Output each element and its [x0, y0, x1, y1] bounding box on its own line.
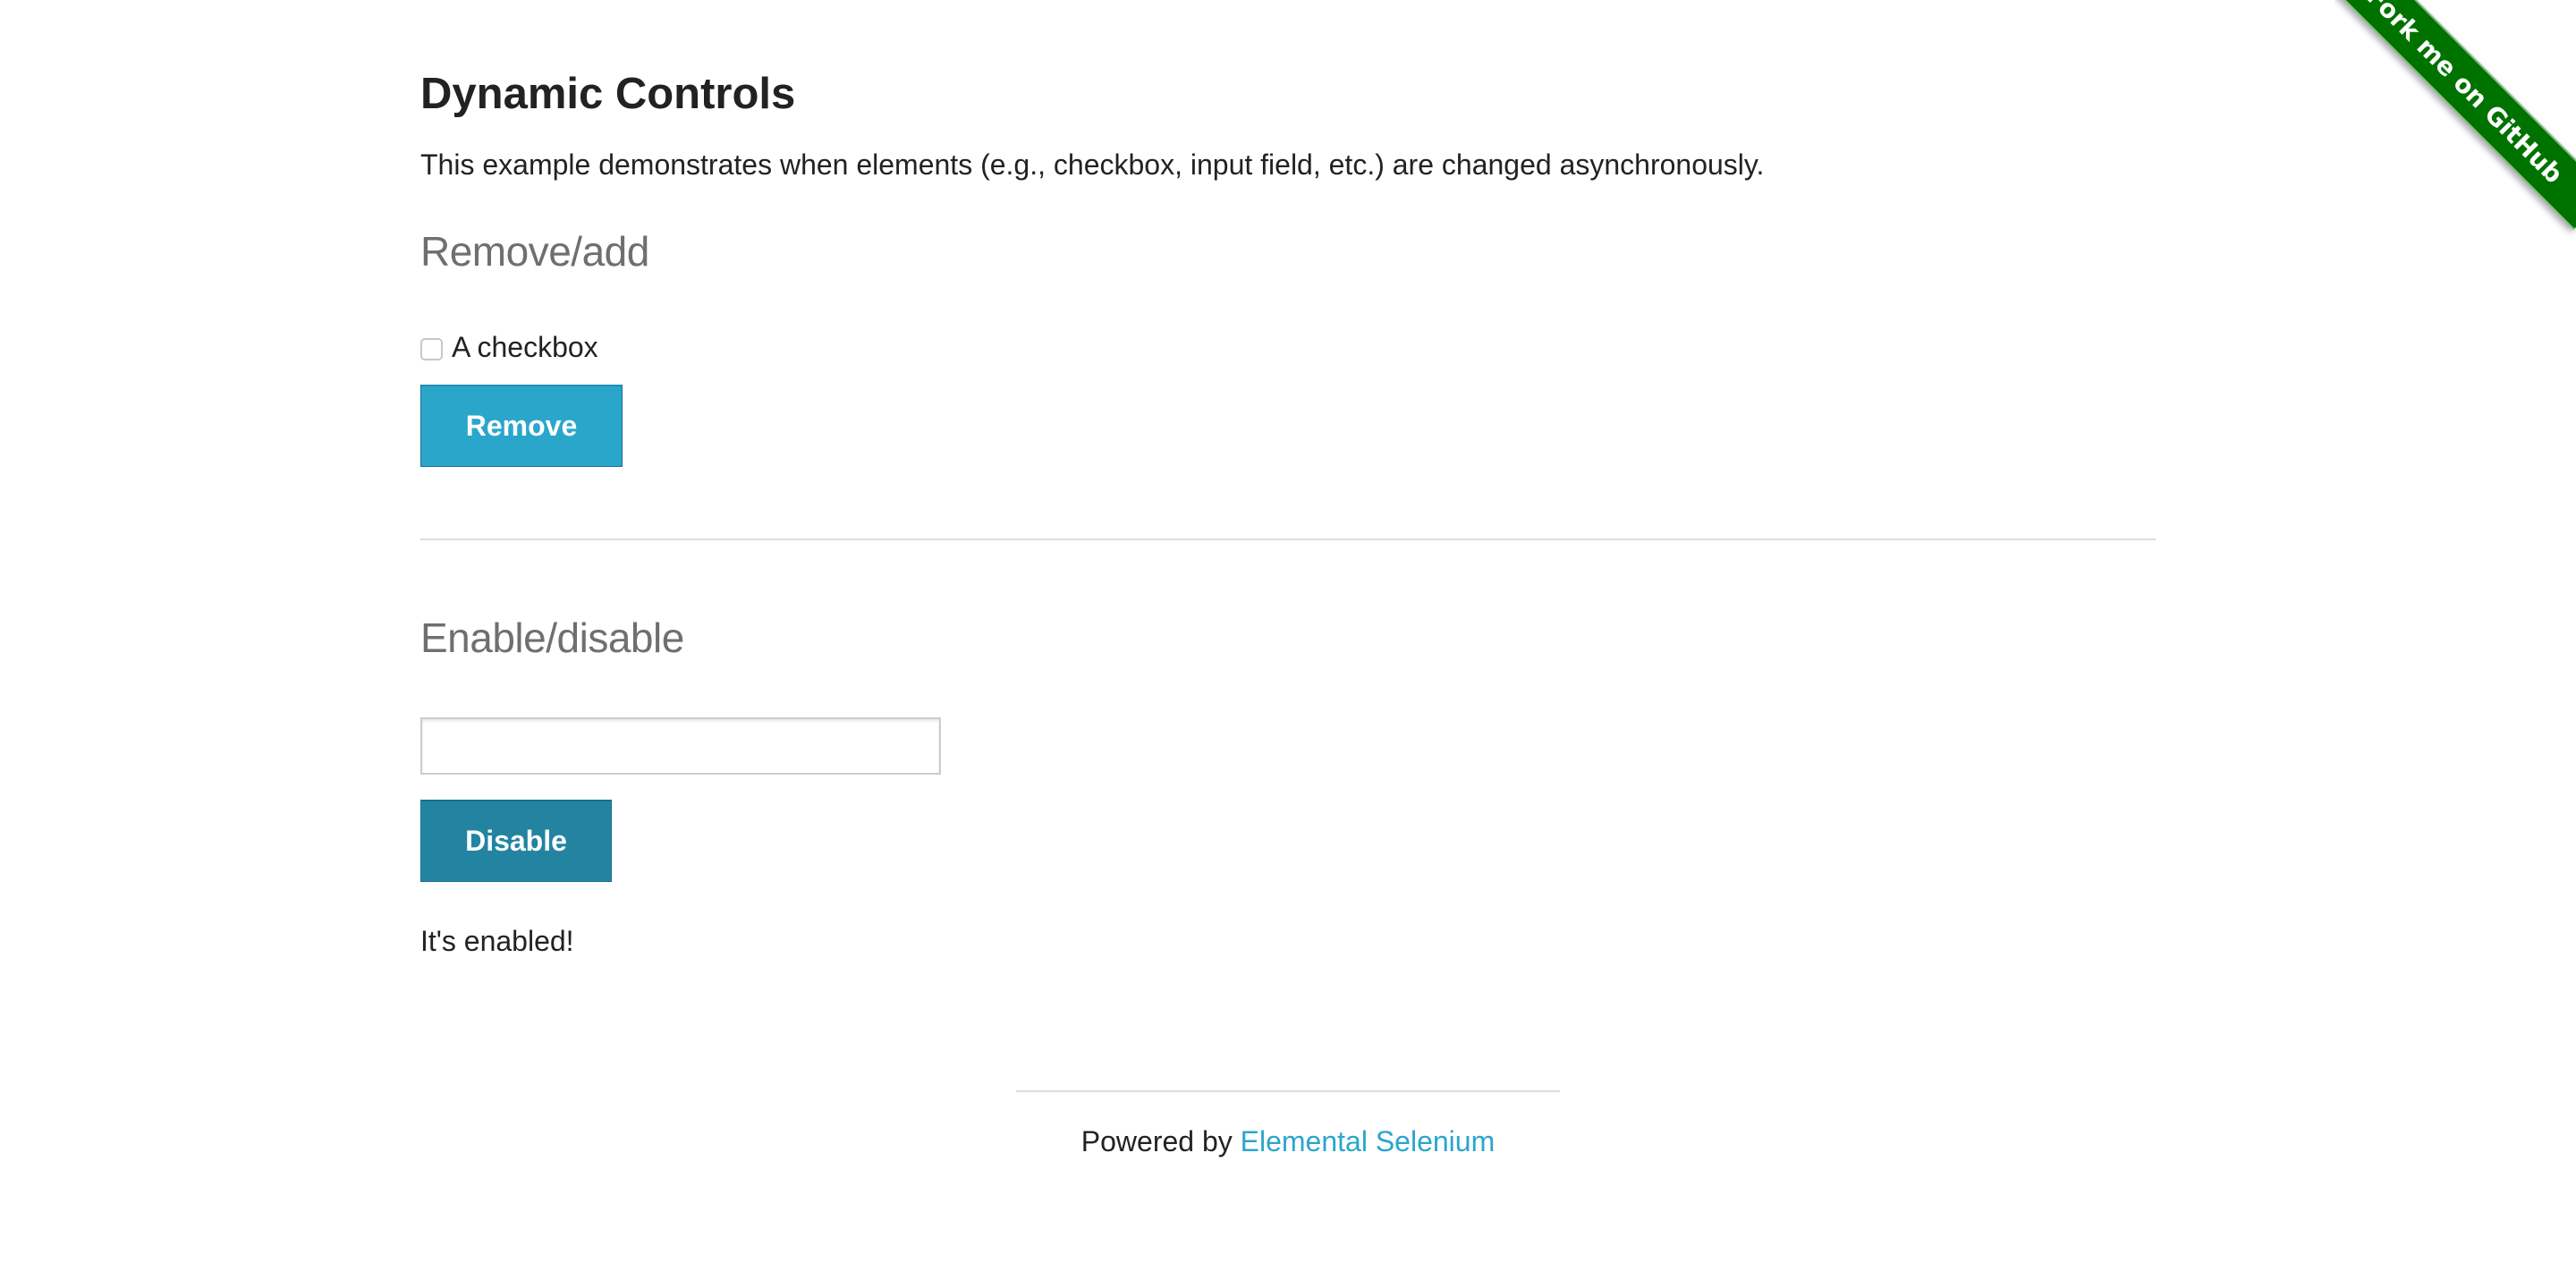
status-message: It's enabled! — [420, 925, 574, 957]
github-ribbon-band[interactable]: Fork me on GitHub — [2334, 0, 2576, 230]
footer-divider — [1016, 1090, 1560, 1092]
checkbox-row: A checkbox — [420, 327, 598, 367]
github-ribbon-text[interactable]: Fork me on GitHub — [2361, 0, 2569, 189]
page: Dynamic Controls This example demonstrat… — [0, 0, 2576, 1263]
section-divider — [420, 538, 2156, 540]
remove-button[interactable]: Remove — [420, 385, 623, 467]
page-description: This example demonstrates when elements … — [420, 148, 1765, 181]
enable-disable-heading: Enable/disable — [420, 615, 684, 661]
footer: Powered by Elemental Selenium — [1016, 1122, 1560, 1161]
text-input-field[interactable] — [420, 717, 941, 775]
github-ribbon[interactable]: Fork me on GitHub — [2334, 0, 2576, 242]
page-title: Dynamic Controls — [420, 70, 796, 118]
checkbox[interactable] — [420, 337, 443, 360]
checkbox-label: A checkbox — [452, 331, 598, 363]
disable-button[interactable]: Disable — [420, 800, 612, 882]
remove-add-heading: Remove/add — [420, 228, 649, 275]
elemental-selenium-link[interactable]: Elemental Selenium — [1241, 1125, 1496, 1157]
footer-prefix: Powered by — [1080, 1125, 1241, 1157]
